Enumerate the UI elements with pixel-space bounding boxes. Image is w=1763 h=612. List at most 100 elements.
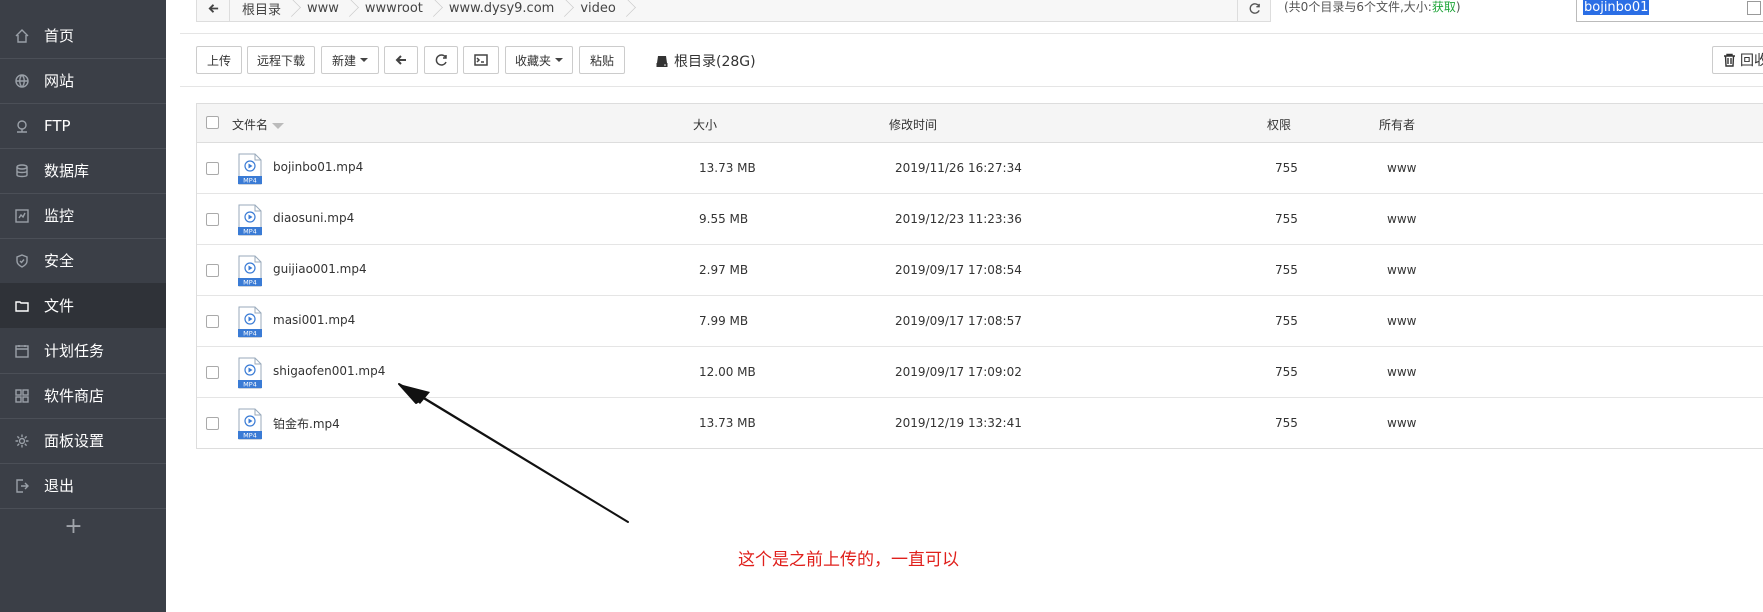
root-disk-button[interactable]: 根目录(28G) [655,51,756,71]
table-row[interactable]: MP4 guijiao001.mp4 2.97 MB 2019/09/17 17:08… [197,245,1763,296]
sidebar-item-monitor[interactable]: 监控 [0,193,166,238]
row-checkbox[interactable] [206,366,219,379]
file-perm[interactable]: 755 [1275,365,1298,379]
file-owner[interactable]: www [1387,161,1416,175]
file-perm[interactable]: 755 [1275,263,1298,277]
calendar-icon [13,342,31,360]
file-owner[interactable]: www [1387,314,1416,328]
file-name[interactable]: shigaofen001.mp4 [273,364,385,378]
monitor-icon [13,207,31,225]
back-button[interactable] [384,46,418,74]
file-perm[interactable]: 755 [1275,314,1298,328]
table-row[interactable]: MP4 diaosuni.mp4 9.55 MB 2019/12/23 11:23:3… [197,194,1763,245]
terminal-button[interactable] [463,46,499,74]
ftp-icon [13,117,31,135]
video-file-icon: MP4 [238,153,262,185]
header-owner[interactable]: 所有者 [1379,116,1415,133]
sidebar-item-label: 首页 [44,27,75,45]
paste-button[interactable]: 粘贴 [579,46,625,74]
search-subdir-checkbox[interactable] [1747,1,1761,15]
sidebar-item-label: FTP [44,116,71,135]
file-perm[interactable]: 755 [1275,416,1298,430]
table-row[interactable]: MP4 masi001.mp4 7.99 MB 2019/09/17 17:08:57… [197,296,1763,347]
video-file-icon: MP4 [238,204,262,236]
file-table: 文件名 大小 修改时间 权限 所有者 MP4 bojinbo01.mp4 13.73… [196,103,1763,449]
file-mtime: 2019/09/17 17:08:57 [895,314,1022,328]
header-mtime[interactable]: 修改时间 [889,116,937,133]
trash-icon [1724,53,1735,67]
header-name-label: 文件名 [232,118,269,132]
remote-download-button[interactable]: 远程下载 [247,46,315,74]
shield-icon [13,252,31,270]
sidebar-item-label: 退出 [44,477,75,495]
table-row[interactable]: MP4 bojinbo01.mp4 13.73 MB 2019/11/26 16:27… [197,143,1763,194]
table-row[interactable]: MP4 shigaofen001.mp4 12.00 MB 2019/09/17 17… [197,347,1763,398]
sidebar-item-cron[interactable]: 计划任务 [0,328,166,373]
file-owner[interactable]: www [1387,212,1416,226]
header-name[interactable]: 文件名 [232,116,285,133]
caret-down-icon [555,58,563,62]
annotation-text: 这个是之前上传的，一直可以 [738,550,959,570]
sidebar-item-label: 面板设置 [44,432,105,450]
sidebar-item-home[interactable]: 首页 [0,13,166,58]
recycle-bin-button[interactable]: 回收 [1712,46,1763,74]
header-perm[interactable]: 权限 [1267,116,1291,133]
sidebar-item-security[interactable]: 安全 [0,238,166,283]
breadcrumb-item[interactable]: www [295,0,353,21]
sidebar: 首页 网站 FTP 数据库 监控 安全 文件 计划任务 软件商店 面板设置 退出… [0,0,166,612]
add-menu-button[interactable]: + [0,512,147,542]
file-perm[interactable]: 755 [1275,212,1298,226]
sidebar-item-files[interactable]: 文件 [0,283,166,328]
table-row[interactable]: MP4 铂金布.mp4 13.73 MB 2019/12/19 13:32:41 755… [197,398,1763,448]
refresh-button[interactable] [424,46,458,74]
file-mtime: 2019/12/19 13:32:41 [895,416,1022,430]
row-checkbox[interactable] [206,315,219,328]
sidebar-item-label: 文件 [44,297,75,315]
row-checkbox[interactable] [206,162,219,175]
file-name[interactable]: diaosuni.mp4 [273,211,354,225]
file-owner[interactable]: www [1387,416,1416,430]
new-dropdown-button[interactable]: 新建 [321,46,379,74]
sidebar-item-settings[interactable]: 面板设置 [0,418,166,463]
sidebar-item-ftp[interactable]: FTP [0,103,166,148]
file-mtime: 2019/09/17 17:09:02 [895,365,1022,379]
get-size-link[interactable]: 获取 [1432,0,1456,14]
sidebar-item-label: 计划任务 [44,342,105,360]
sidebar-item-label: 网站 [44,72,75,90]
breadcrumb-item[interactable]: www.dysy9.com [437,0,568,21]
select-all-checkbox[interactable] [206,116,219,129]
row-checkbox[interactable] [206,417,219,430]
file-size: 13.73 MB [699,416,756,430]
file-name[interactable]: bojinbo01.mp4 [273,160,363,174]
file-name[interactable]: 铂金布.mp4 [273,415,340,432]
file-name[interactable]: masi001.mp4 [273,313,355,327]
sort-caret-icon [272,122,285,129]
sidebar-item-database[interactable]: 数据库 [0,148,166,193]
row-checkbox[interactable] [206,264,219,277]
file-perm[interactable]: 755 [1275,161,1298,175]
file-size: 9.55 MB [699,212,749,226]
path-back-button[interactable] [197,0,230,21]
file-owner[interactable]: www [1387,263,1416,277]
sidebar-item-store[interactable]: 软件商店 [0,373,166,418]
breadcrumb-item[interactable]: 根目录 [230,0,295,21]
file-type-label: MP4 [243,228,257,236]
file-type-label: MP4 [243,177,257,185]
upload-button[interactable]: 上传 [196,46,242,74]
path-refresh-button[interactable] [1237,0,1271,22]
terminal-icon [474,54,488,66]
breadcrumb-item[interactable]: video [568,0,630,21]
breadcrumb: 根目录 www wwwroot www.dysy9.com video [196,0,1238,22]
breadcrumb-item[interactable]: wwwroot [353,0,437,21]
header-size[interactable]: 大小 [693,116,717,133]
sidebar-item-website[interactable]: 网站 [0,58,166,103]
file-name[interactable]: guijiao001.mp4 [273,262,367,276]
video-file-icon: MP4 [238,255,262,287]
row-checkbox[interactable] [206,213,219,226]
favorites-dropdown-button[interactable]: 收藏夹 [505,46,573,74]
video-file-icon: MP4 [238,306,262,338]
sidebar-item-logout[interactable]: 退出 [0,463,166,508]
file-owner[interactable]: www [1387,365,1416,379]
search-input[interactable]: bojinbo01 [1576,0,1763,22]
file-type-label: MP4 [243,330,257,338]
